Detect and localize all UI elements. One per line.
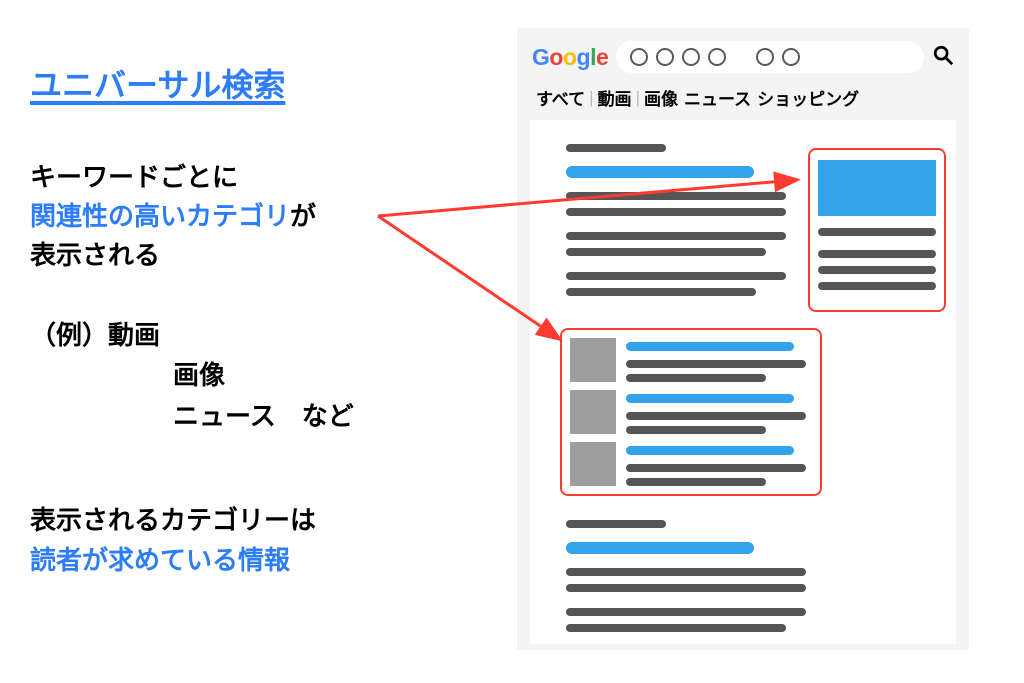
query-char-icon (682, 48, 700, 66)
page-title: ユニバーサル検索 (30, 60, 470, 106)
p1-suffix: が (290, 201, 316, 231)
p1-line2: 表示される (30, 240, 160, 270)
query-char-icon (630, 48, 648, 66)
p1-highlight: 関連性の高いカテゴリ (30, 201, 290, 231)
p1-line1: キーワードごとに (30, 162, 238, 192)
example-item3-suffix: など (276, 401, 354, 431)
example-item1: 動画 (108, 320, 160, 350)
video-thumb-icon (570, 390, 616, 434)
search-icon[interactable] (932, 44, 954, 71)
search-tabs: すべて| 動画| 画像 ニュース ショッピング (518, 79, 968, 120)
p2-line1: 表示されるカテゴリーは (30, 505, 316, 535)
video-thumb-icon (570, 442, 616, 486)
search-mockup: Google すべて| 動画| 画像 ニュース ショッピング (517, 28, 969, 650)
tab-news[interactable]: ニュース (684, 85, 751, 110)
example-block: （例）動画 画像 ニュース など (30, 315, 470, 436)
video-thumb-icon (570, 338, 616, 382)
query-char-icon (756, 48, 774, 66)
tab-video[interactable]: 動画 (598, 85, 632, 110)
search-bar: Google (518, 29, 968, 79)
thumbnail-image (818, 160, 936, 216)
tab-all[interactable]: すべて (536, 85, 585, 110)
query-char-icon (782, 48, 800, 66)
google-logo: Google (532, 44, 608, 71)
search-input[interactable] (616, 41, 924, 73)
query-char-icon (656, 48, 674, 66)
tab-shopping[interactable]: ショッピング (757, 85, 859, 110)
paragraph-2: 表示されるカテゴリーは 読者が求めている情報 (30, 500, 470, 581)
example-item2: 画像 (173, 360, 225, 390)
results-area (530, 120, 956, 644)
example-label: （例） (30, 320, 108, 350)
example-item3: ニュース (173, 401, 276, 431)
query-char-icon (708, 48, 726, 66)
tab-image[interactable]: 画像 (644, 85, 678, 110)
paragraph-1: キーワードごとに 関連性の高いカテゴリが 表示される (30, 158, 470, 275)
p2-highlight: 読者が求めている情報 (30, 545, 290, 575)
